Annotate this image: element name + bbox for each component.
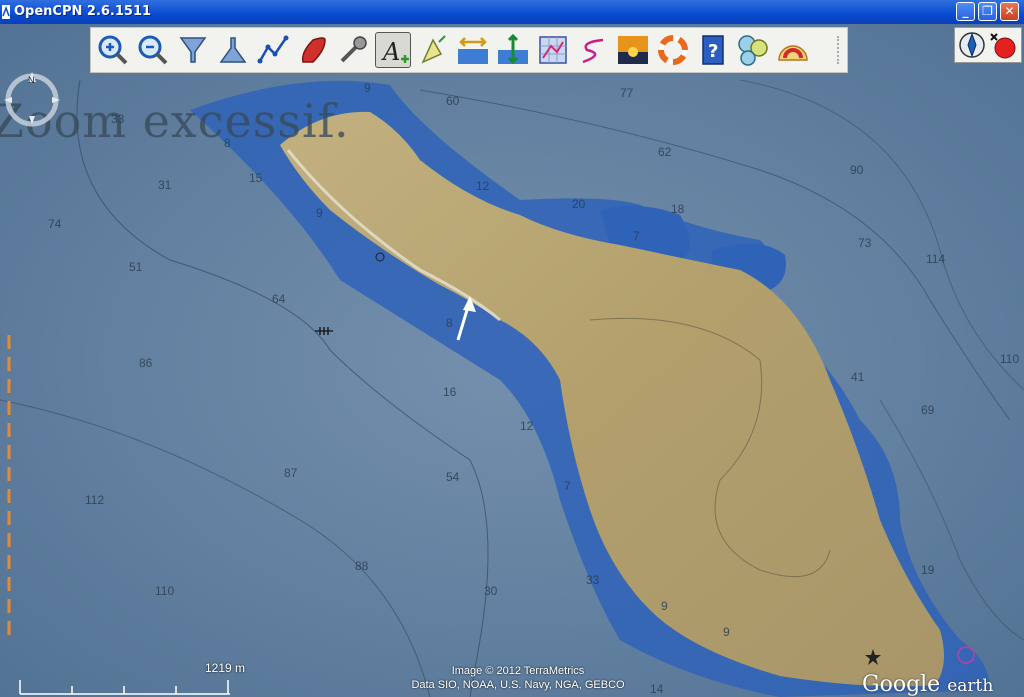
chart-canvas[interactable]: Zoom excessif. 33 9 60 77 8 62 90 31 15 … — [0, 24, 1024, 697]
google-logo-sub: earth — [947, 676, 994, 696]
depth-sounding: 77 — [620, 86, 634, 100]
zoom-out-icon — [138, 35, 168, 65]
route-manager-button[interactable] — [535, 32, 571, 68]
depth-sounding: 19 — [921, 563, 935, 577]
depth-sounding: 7 — [564, 479, 571, 493]
depth-sounding: 9 — [316, 206, 323, 220]
depth-sounding: 112 — [85, 493, 105, 507]
google-logo-main: Google — [862, 672, 941, 697]
text-a-icon: A — [381, 38, 409, 66]
lifebuoy-icon — [658, 35, 688, 65]
main-toolbar: A ? — [90, 27, 848, 73]
toolbox-button[interactable] — [335, 32, 371, 68]
depth-sounding: 9 — [661, 599, 668, 613]
depth-sounding: 41 — [851, 370, 865, 384]
depth-sounding: 8 — [224, 136, 231, 150]
stream-icon — [498, 33, 528, 65]
depth-sounding: 87 — [284, 466, 298, 480]
chart-grid-icon — [539, 36, 567, 64]
toolbar-grip[interactable] — [837, 36, 843, 64]
zoom-in-button[interactable] — [95, 32, 131, 68]
depth-sounding: 74 — [48, 217, 62, 231]
credit-line-2: Data SIO, NOAA, U.S. Navy, NGA, GEBCO — [411, 679, 625, 691]
scale-out-button[interactable] — [215, 32, 251, 68]
ship-icon — [301, 37, 326, 63]
depth-sounding: 8 — [446, 316, 453, 330]
close-button[interactable]: ✕ — [1000, 2, 1019, 21]
svg-text:N: N — [28, 75, 35, 85]
scale-bar-label: 1219 m — [205, 661, 246, 675]
depth-sounding: 90 — [850, 163, 864, 177]
svg-text:?: ? — [708, 41, 718, 62]
depth-sounding: 16 — [443, 385, 457, 399]
imagery-credit: Image © 2012 TerraMetrics Data SIO, NOAA… — [392, 664, 644, 692]
wrench-icon — [340, 36, 367, 63]
title-bar: OpenCPN 2.6.1511 _ ❐ ✕ — [0, 0, 1024, 24]
depth-sounding: 14 — [650, 682, 664, 696]
auto-follow-button[interactable] — [295, 32, 331, 68]
record-icon[interactable] — [989, 28, 1019, 62]
credit-line-1: Image © 2012 TerraMetrics — [451, 665, 585, 677]
zoom-out-button[interactable] — [135, 32, 171, 68]
depth-sounding: 9 — [364, 81, 371, 95]
depth-sounding: 51 — [129, 260, 143, 274]
depth-sounding: 15 — [249, 171, 263, 185]
compass-rose-icon: N — [4, 72, 60, 127]
depth-sounding: 31 — [158, 178, 172, 192]
track-icon — [582, 38, 604, 64]
depth-sounding: 60 — [446, 94, 460, 108]
current-arrows-icon — [421, 35, 446, 64]
life-raft-icon — [778, 45, 808, 61]
depth-sounding: 114 — [926, 252, 946, 266]
window-title: OpenCPN 2.6.1511 — [14, 4, 152, 19]
help-book-icon: ? — [702, 35, 724, 65]
current-stream-button[interactable] — [495, 32, 531, 68]
depth-sounding: 86 — [139, 356, 153, 370]
route-icon — [257, 35, 289, 64]
depth-sounding: 12 — [476, 179, 490, 193]
tide-button[interactable] — [455, 32, 491, 68]
gps-status-button[interactable] — [735, 32, 771, 68]
google-earth-logo: Google earth — [862, 672, 993, 697]
depth-sounding: 30 — [484, 584, 498, 598]
compass-needle-icon[interactable] — [957, 28, 987, 62]
maximize-button[interactable]: ❐ — [978, 2, 997, 21]
depth-sounding: 18 — [671, 202, 685, 216]
scale-in-button[interactable] — [175, 32, 211, 68]
depth-sounding: 69 — [921, 403, 935, 417]
minimize-button[interactable]: _ — [956, 2, 975, 21]
depth-sounding: 64 — [272, 292, 286, 306]
funnel-up-icon — [219, 37, 247, 63]
depth-sounding: 110 — [1000, 352, 1020, 366]
current-button[interactable] — [415, 32, 451, 68]
sunset-icon — [618, 36, 648, 64]
depth-sounding: 54 — [446, 470, 460, 484]
depth-sounding: 33 — [111, 112, 125, 126]
track-button[interactable] — [575, 32, 611, 68]
zoom-in-icon — [98, 35, 128, 65]
depth-sounding: 7 — [633, 229, 640, 243]
man-overboard-button[interactable] — [655, 32, 691, 68]
depth-sounding: 12 — [520, 419, 534, 433]
create-route-button[interactable] — [255, 32, 291, 68]
depth-sounding: 20 — [572, 197, 586, 211]
color-scheme-button[interactable] — [615, 32, 651, 68]
text-tool-button[interactable]: A — [375, 32, 411, 68]
settings-button[interactable] — [775, 32, 811, 68]
svg-text:A: A — [381, 38, 400, 66]
ais-quick-panel — [954, 27, 1022, 63]
help-button[interactable]: ? — [695, 32, 731, 68]
tide-icon — [458, 37, 488, 64]
depth-sounding: 88 — [355, 559, 369, 573]
gauges-icon — [738, 35, 768, 66]
depth-sounding: 33 — [586, 573, 600, 587]
depth-sounding: 9 — [723, 625, 730, 639]
funnel-down-icon — [179, 37, 207, 63]
depth-sounding: 73 — [858, 236, 872, 250]
depth-sounding: 62 — [658, 145, 672, 159]
depth-sounding: 110 — [155, 584, 175, 598]
